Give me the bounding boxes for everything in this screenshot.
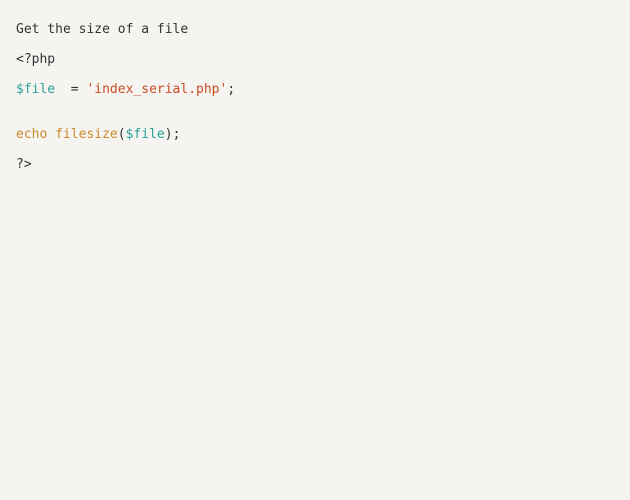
code-line-2: <?php: [16, 52, 614, 67]
variable-file-arg: $file: [126, 127, 165, 142]
code-block: Get the size of a file <?php $file = 'in…: [0, 0, 630, 194]
function-filesize: filesize: [55, 127, 118, 142]
php-close-tag: ?>: [16, 157, 32, 172]
php-open-tag: <?php: [16, 52, 55, 67]
code-line-5: echo filesize($file);: [16, 127, 614, 142]
semicolon: ;: [173, 127, 181, 142]
variable-file: $file: [16, 82, 55, 97]
keyword-echo: echo: [16, 127, 47, 142]
assign-operator: =: [71, 82, 79, 97]
whitespace: [47, 127, 55, 142]
paren-close: ): [165, 127, 173, 142]
code-line-3: $file = 'index_serial.php';: [16, 82, 614, 97]
paren-open: (: [118, 127, 126, 142]
whitespace: [55, 82, 71, 97]
string-literal: 'index_serial.php': [86, 82, 227, 97]
semicolon: ;: [227, 82, 235, 97]
code-line-6: ?>: [16, 157, 614, 172]
comment-text: Get the size of a file: [16, 22, 188, 37]
code-line-1: Get the size of a file: [16, 22, 614, 37]
